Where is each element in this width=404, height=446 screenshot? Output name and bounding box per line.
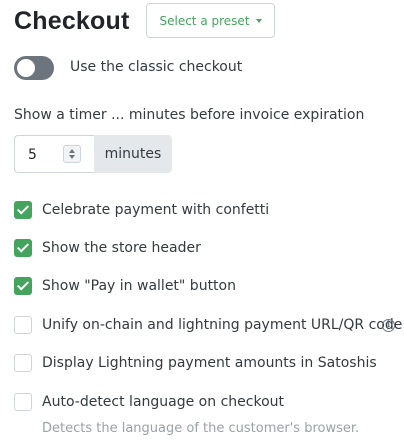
number-spinner[interactable]	[63, 145, 81, 163]
option-store-header: Show the store header	[14, 238, 399, 258]
satoshis-checkbox[interactable]	[14, 354, 32, 372]
confetti-label[interactable]: Celebrate payment with confetti	[42, 202, 269, 218]
timer-label: Show a timer ... minutes before invoice …	[14, 107, 365, 123]
classic-checkout-toggle-row: Use the classic checkout	[14, 55, 394, 81]
unify-payment-url-checkbox[interactable]	[14, 316, 32, 334]
chevron-down-icon	[255, 19, 262, 23]
option-satoshis: Display Lightning payment amounts in Sat…	[14, 353, 399, 373]
timer-input-group: 5 minutes	[14, 135, 172, 173]
select-preset-button[interactable]: Select a preset	[146, 3, 275, 38]
timer-minutes-input[interactable]: 5	[14, 135, 94, 173]
unify-payment-url-label[interactable]: Unify on-chain and lightning payment URL…	[42, 317, 402, 333]
satoshis-label[interactable]: Display Lightning payment amounts in Sat…	[42, 355, 377, 371]
option-confetti: Celebrate payment with confetti	[14, 200, 399, 220]
toggle-knob	[17, 59, 35, 77]
minutes-addon: minutes	[94, 135, 172, 173]
pay-in-wallet-checkbox[interactable]	[14, 277, 32, 295]
spinner-up-icon[interactable]	[69, 149, 75, 153]
select-preset-label: Select a preset	[159, 13, 250, 28]
classic-checkout-toggle[interactable]	[14, 56, 54, 80]
auto-detect-language-checkbox[interactable]	[14, 393, 32, 411]
spinner-down-icon[interactable]	[69, 155, 75, 159]
store-header-label[interactable]: Show the store header	[42, 240, 201, 256]
page-title: Checkout	[14, 7, 130, 35]
info-circle-icon[interactable]: i	[382, 319, 395, 332]
option-unify-payment-url: Unify on-chain and lightning payment URL…	[14, 315, 402, 335]
option-pay-in-wallet: Show "Pay in wallet" button	[14, 276, 399, 296]
store-header-checkbox[interactable]	[14, 239, 32, 257]
pay-in-wallet-label[interactable]: Show "Pay in wallet" button	[42, 278, 236, 294]
option-auto-detect-language: Auto-detect language on checkout	[14, 392, 399, 412]
timer-minutes-value: 5	[28, 147, 37, 163]
classic-checkout-label[interactable]: Use the classic checkout	[70, 59, 242, 75]
auto-detect-language-helper: Detects the language of the customer's b…	[42, 421, 360, 436]
confetti-checkbox[interactable]	[14, 201, 32, 219]
auto-detect-language-label[interactable]: Auto-detect language on checkout	[42, 394, 284, 410]
page-header: Checkout Select a preset	[14, 0, 394, 42]
